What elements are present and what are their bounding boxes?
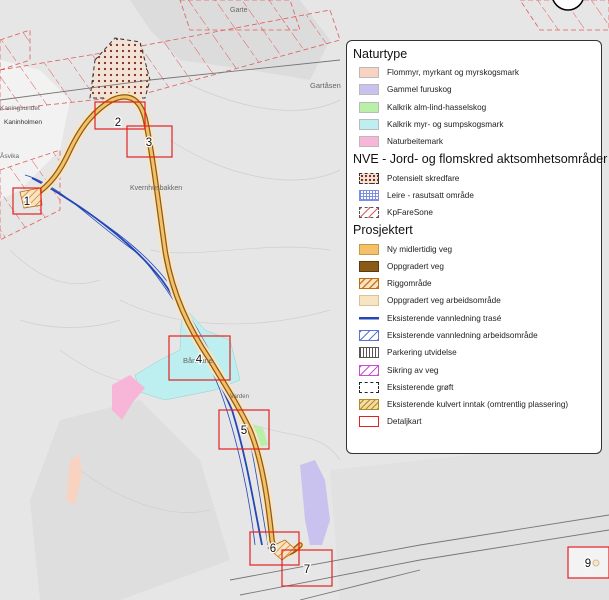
legend-item: Riggområde: [353, 275, 595, 292]
legend-label: Oppgradert veg: [387, 261, 444, 271]
legend-swatch-fill-lavender: [359, 84, 379, 96]
legend-label: Detaljkart: [387, 417, 422, 427]
legend-item: Kalkrik alm-lind-hasselskog: [353, 99, 595, 116]
map-legend: Naturtype Flommyr, myrkant og myrskogsmar…: [346, 40, 608, 454]
legend-item: Eksisterende kulvert inntak (omtrentlig …: [353, 396, 595, 413]
place-label-kaningsundet: Kaningsundet: [0, 105, 40, 112]
detail-box-9[interactable]: 9: [567, 546, 609, 579]
legend-swatch-fill-brown: [359, 260, 379, 272]
place-label-varden: Varden: [230, 394, 249, 400]
legend-swatch-blue-diagonal: [359, 330, 379, 341]
map-viewer[interactable]: Garte Gartåsen Kaningsundet Kaninholmen …: [0, 0, 609, 600]
legend-swatch-grey-vertical: [359, 347, 379, 359]
legend-label: Flommyr, myrkant og myrskogsmark: [387, 68, 519, 78]
place-label-gartaasen: Gartåsen: [310, 81, 341, 90]
detail-box-label: 9: [585, 558, 591, 570]
legend-label: Parkering utvidelse: [387, 348, 457, 358]
legend-item: Oppgradert veg arbeidsområde: [353, 292, 595, 309]
legend-item: KpFareSone: [353, 204, 595, 221]
detail-box-label: 2: [115, 117, 121, 129]
legend-item: Sikring av veg: [353, 361, 595, 378]
legend-item: Potensielt skredfare: [353, 169, 595, 186]
legend-swatch-blue-crosshatch: [359, 189, 379, 201]
legend-label: Kalkrik alm-lind-hasselskog: [387, 102, 487, 112]
legend-item: Eksisterende grøft: [353, 379, 595, 396]
legend-label: Eksisterende kulvert inntak (omtrentlig …: [387, 400, 569, 410]
detail-box-label: 4: [196, 354, 203, 366]
legend-swatch-fill-lightcyan: [359, 119, 379, 131]
legend-swatch-fill-peach: [359, 67, 379, 79]
legend-item: Flommyr, myrkant og myrskogsmark: [353, 64, 595, 81]
legend-swatch-blue-line: [359, 312, 379, 324]
legend-label: Gammel furuskog: [387, 85, 452, 95]
place-label-kvernhusbakken: Kvernhusbakken: [130, 185, 182, 192]
detail-box-label: 7: [304, 564, 310, 576]
legend-swatch-fill-pink: [359, 136, 379, 148]
legend-item: Leire - rasutsatt område: [353, 187, 595, 204]
legend-swatch-gold-hatch: [359, 399, 379, 411]
legend-item: Kalkrik myr- og sumpskogsmark: [353, 116, 595, 133]
legend-label: Oppgradert veg arbeidsområde: [387, 296, 501, 306]
legend-item: Eksisterende vannledning arbeidsområde: [353, 327, 595, 344]
place-label-garte: Garte: [230, 7, 248, 14]
legend-section-title: Prosjektert: [353, 223, 413, 238]
legend-swatch-magenta-diagonal: [359, 364, 379, 376]
legend-item: Naturbeitemark: [353, 133, 595, 150]
legend-swatch-black-dashed: [359, 381, 379, 393]
legend-swatch-fill-cream: [359, 295, 379, 307]
legend-item: Ny midlertidig veg: [353, 240, 595, 257]
legend-label: KpFareSone: [387, 208, 433, 218]
legend-item: Gammel furuskog: [353, 81, 595, 98]
legend-swatch-fill-orange: [359, 243, 379, 255]
legend-label: Naturbeitemark: [387, 137, 443, 147]
legend-swatch-dotted-hatch: [359, 172, 379, 184]
legend-label: Leire - rasutsatt område: [387, 190, 474, 200]
legend-item: Detaljkart: [353, 413, 595, 430]
legend-label: Potensielt skredfare: [387, 173, 460, 183]
detail-box-label: 3: [146, 137, 152, 149]
detail-box-label: 6: [270, 543, 276, 555]
legend-label: Eksisterende vannledning trasé: [387, 313, 502, 323]
legend-section-title: Naturtype: [353, 47, 408, 61]
legend-item: Eksisterende vannledning trasé: [353, 310, 595, 327]
legend-label: Eksisterende grøft: [387, 382, 454, 392]
legend-swatch-red-outline: [359, 416, 379, 428]
legend-section-title: NVE - Jord- og flomskred aktsomhetsområd…: [353, 152, 608, 167]
legend-label: Kalkrik myr- og sumpskogsmark: [387, 120, 504, 130]
legend-swatch-red-dash-diagonal: [359, 207, 379, 219]
place-label-aasvika: Åsvika: [0, 151, 20, 160]
legend-swatch-fill-lightgreen: [359, 101, 379, 113]
legend-label: Sikring av veg: [387, 365, 439, 375]
detail-box-label: 5: [241, 425, 247, 437]
legend-label: Eksisterende vannledning arbeidsområde: [387, 331, 538, 340]
detail-box-label: 1: [24, 196, 30, 208]
legend-swatch-orange-hatch: [359, 278, 379, 290]
legend-label: Ny midlertidig veg: [387, 244, 453, 254]
legend-item: Oppgradert veg: [353, 258, 595, 275]
place-label-kaninholmen: Kaninholmen: [4, 119, 42, 126]
legend-label: Riggområde: [387, 279, 432, 289]
legend-item: Parkering utvidelse: [353, 344, 595, 361]
